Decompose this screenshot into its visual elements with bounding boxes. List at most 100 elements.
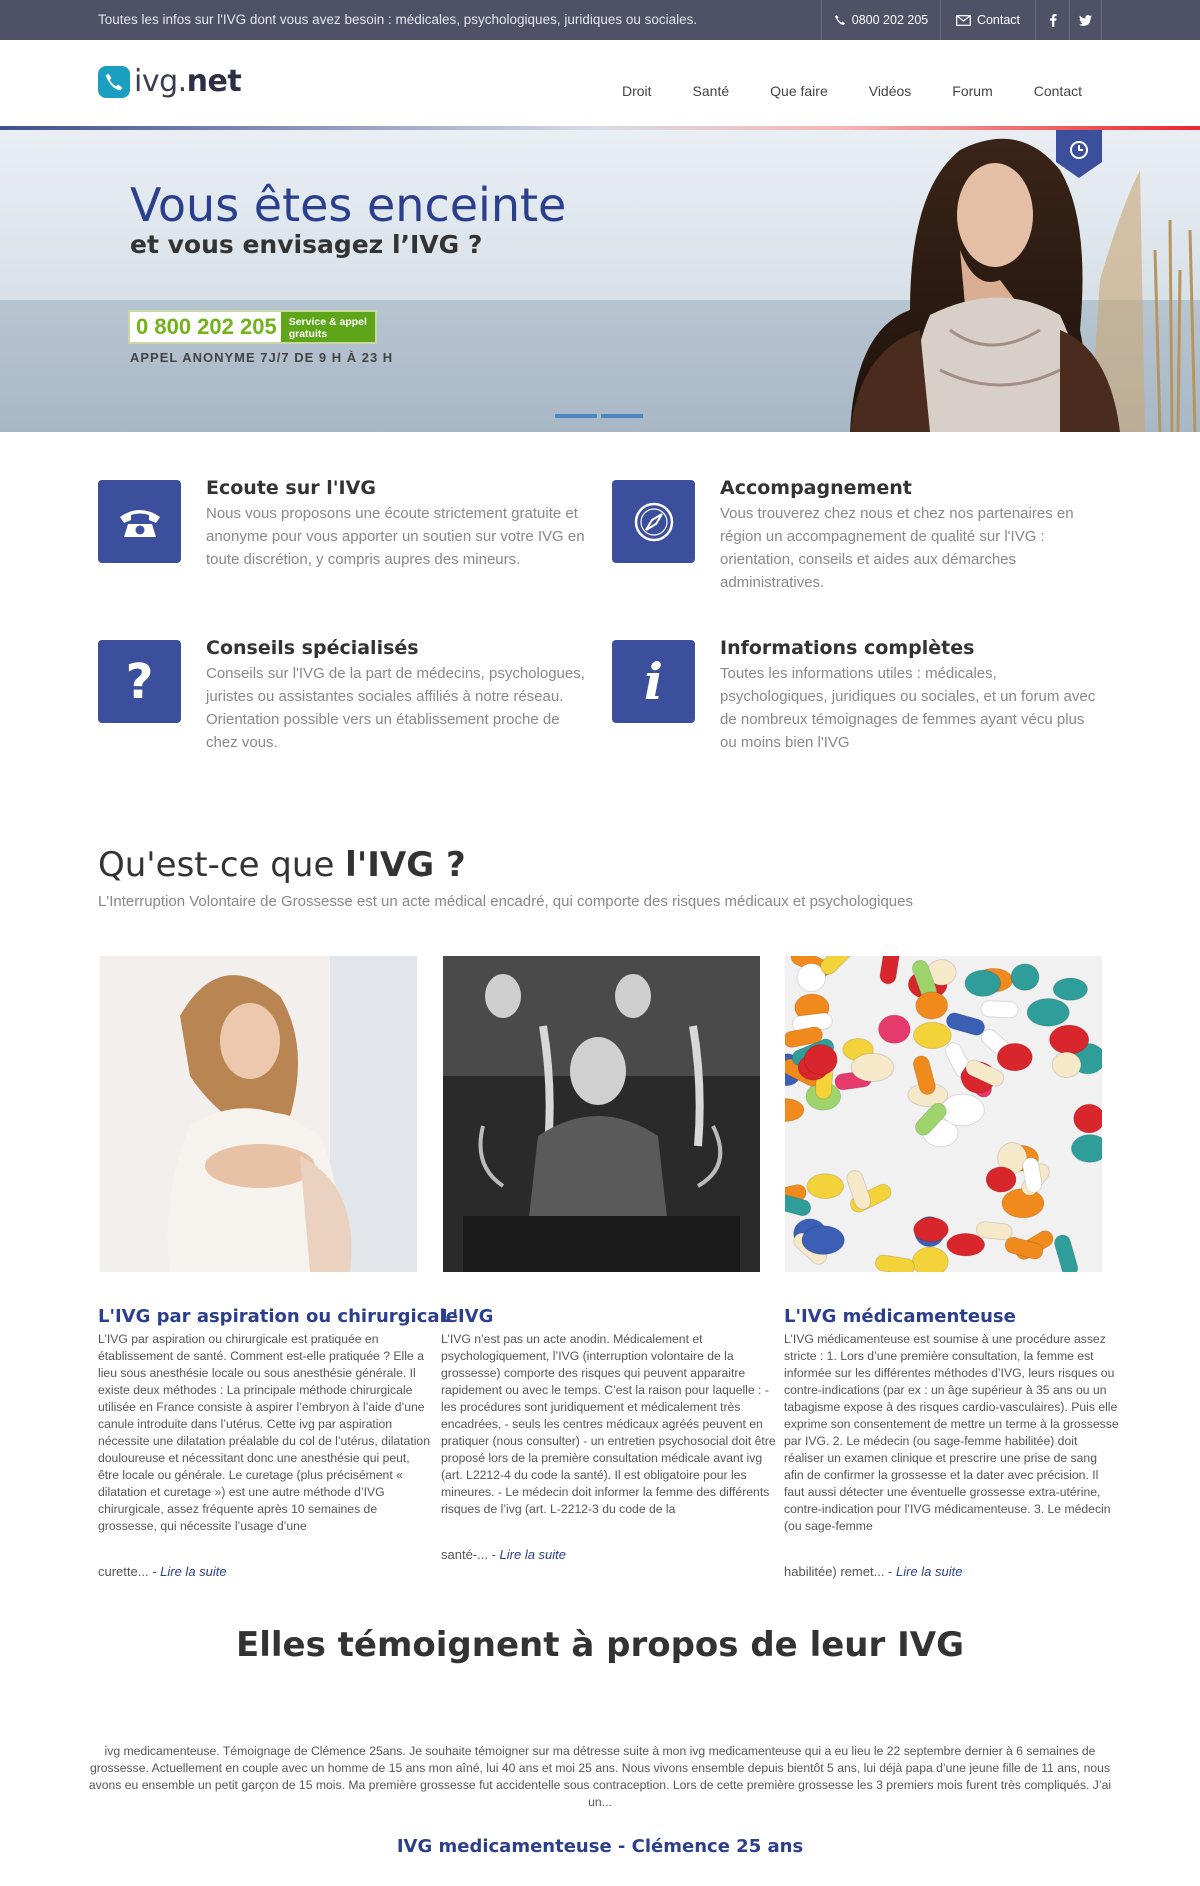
top-bar-phone-number: 0800 202 205 bbox=[851, 13, 929, 27]
slider-dot-2[interactable] bbox=[601, 414, 643, 418]
slider-dot-1[interactable] bbox=[555, 414, 597, 418]
logo-text: ivg.net bbox=[134, 64, 242, 99]
top-bar-contact-link[interactable]: Contact bbox=[940, 0, 1035, 40]
nav-item-droit[interactable]: Droit bbox=[622, 83, 652, 99]
article-excerpt-aspiration: L’IVG par aspiration ou chirurgicale est… bbox=[98, 1332, 430, 1533]
pill-shape bbox=[803, 1044, 838, 1076]
top-bar-tagline: Toutes les infos sur l'IVG dont vous ave… bbox=[98, 12, 698, 27]
pill-shape bbox=[1073, 1103, 1102, 1134]
twitter-link[interactable] bbox=[1069, 0, 1102, 40]
facebook-link[interactable] bbox=[1035, 0, 1069, 40]
pill-shape bbox=[913, 1216, 949, 1243]
article-more-medicamenteuse: habilitée) remet... - Lire la suite bbox=[784, 1564, 962, 1579]
pill-shape bbox=[940, 1093, 985, 1127]
hero-phone-number: 0 800 202 205 bbox=[136, 314, 277, 339]
pill-shape bbox=[946, 1232, 986, 1257]
article-more-prefix: habilitée) remet... - bbox=[784, 1564, 896, 1579]
hero-subtitle: et vous envisagez l’IVG ? bbox=[130, 230, 483, 259]
info-icon: i bbox=[612, 640, 695, 723]
pill-shape bbox=[1052, 977, 1088, 1001]
testimonials-title-normal: Elles témoignent bbox=[236, 1625, 572, 1665]
article-excerpt-medicamenteuse: L’IVG médicamenteuse est soumise à une p… bbox=[784, 1332, 1119, 1533]
hero-title: Vous êtes enceinte bbox=[130, 178, 567, 232]
feature-title: Accompagnement bbox=[720, 477, 912, 499]
nav-item-contact[interactable]: Contact bbox=[1034, 83, 1082, 99]
read-more-link[interactable]: Lire la suite bbox=[500, 1547, 566, 1562]
hero-woman-image bbox=[850, 138, 1197, 432]
pill-shape bbox=[1051, 1051, 1082, 1079]
nav-item-sante[interactable]: Santé bbox=[693, 83, 730, 99]
pill-shape bbox=[915, 991, 949, 1020]
article-more-aspiration: curette... - Lire la suite bbox=[98, 1564, 227, 1579]
telephone-icon bbox=[98, 480, 181, 563]
slider-pagination bbox=[555, 414, 643, 418]
nav-item-videos[interactable]: Vidéos bbox=[869, 83, 912, 99]
nav-item-que-faire[interactable]: Que faire bbox=[770, 83, 828, 99]
pill-shape bbox=[1001, 1188, 1045, 1219]
pill-shape bbox=[1010, 963, 1040, 991]
pill-shape bbox=[801, 1225, 845, 1255]
phone-icon bbox=[834, 15, 845, 25]
section-title-bold: l'IVG ? bbox=[345, 845, 466, 885]
testimonials-title: Elles témoignent à propos de leur IVG bbox=[0, 1625, 1200, 1665]
feature-title: Ecoute sur l'IVG bbox=[206, 477, 376, 499]
pill-shape bbox=[912, 1021, 952, 1050]
twitter-icon bbox=[1079, 14, 1092, 26]
pill-shape bbox=[806, 1173, 845, 1200]
logo-phone-icon bbox=[98, 65, 130, 98]
article-more-prefix: santé-... - bbox=[441, 1547, 500, 1562]
testimonials-title-bold: à propos de leur IVG bbox=[571, 1625, 964, 1665]
pill-shape bbox=[980, 1000, 1019, 1019]
site-header: ivg.net Droit Santé Que faire Vidéos For… bbox=[0, 40, 1200, 128]
feature-text: Toutes les informations utiles : médical… bbox=[720, 665, 1096, 751]
pill-shape bbox=[911, 1246, 949, 1272]
top-bar-contact-label: Contact bbox=[976, 13, 1021, 27]
pill-shape bbox=[850, 1052, 895, 1083]
hero-slider: Vous êtes enceinte et vous envisagez l’I… bbox=[0, 130, 1200, 432]
bookmark-clock-icon[interactable] bbox=[1056, 130, 1102, 178]
nav-item-forum[interactable]: Forum bbox=[952, 83, 992, 99]
pill-shape bbox=[996, 1042, 1033, 1072]
pill-shape bbox=[1026, 998, 1070, 1027]
free-call-badge-line1: Service & appel bbox=[288, 316, 367, 328]
logo-suffix: net bbox=[186, 64, 242, 99]
article-title-aspiration[interactable]: L'IVG par aspiration ou chirurgicale bbox=[98, 1306, 458, 1327]
pill-shape bbox=[878, 1014, 911, 1044]
free-call-badge: Service & appel gratuits bbox=[280, 312, 375, 342]
free-call-badge-line2: gratuits bbox=[288, 328, 328, 340]
site-logo[interactable]: ivg.net bbox=[98, 64, 242, 99]
feature-title: Informations complètes bbox=[720, 637, 975, 659]
feature-text: Nous vous proposons une écoute stricteme… bbox=[206, 505, 585, 568]
article-more-ivg: santé-... - Lire la suite bbox=[441, 1547, 566, 1562]
hero-phone-callout[interactable]: 0 800 202 205 Service & appel gratuits bbox=[128, 310, 377, 344]
envelope-icon bbox=[956, 14, 971, 26]
feature-text: Conseils sur l'IVG de la part de médecin… bbox=[206, 665, 585, 751]
article-image-medicamenteuse[interactable] bbox=[785, 956, 1102, 1272]
top-bar-phone-link[interactable]: 0800 202 205 bbox=[821, 0, 940, 40]
hero-hours-text: APPEL ANONYME 7J/7 DE 9 H À 23 H bbox=[130, 350, 394, 365]
article-image-aspiration[interactable] bbox=[100, 956, 417, 1272]
top-bar: Toutes les infos sur l'IVG dont vous ave… bbox=[0, 0, 1200, 40]
pill-shape bbox=[1070, 1134, 1102, 1163]
facebook-icon bbox=[1049, 14, 1057, 27]
read-more-link[interactable]: Lire la suite bbox=[896, 1564, 962, 1579]
pill-shape bbox=[1048, 1024, 1090, 1055]
logo-prefix: ivg. bbox=[134, 64, 187, 99]
article-title-medicamenteuse[interactable]: L'IVG médicamenteuse bbox=[784, 1306, 1016, 1327]
section-subtitle: L'Interruption Volontaire de Grossesse e… bbox=[98, 893, 913, 910]
question-icon: ? bbox=[98, 640, 181, 723]
section-title: Qu'est-ce que l'IVG ? bbox=[98, 845, 466, 885]
feature-text: Vous trouverez chez nous et chez nos par… bbox=[720, 505, 1074, 591]
testimonial-text: ivg medicamenteuse. Témoignage de Clémen… bbox=[88, 1744, 1112, 1809]
read-more-link[interactable]: Lire la suite bbox=[160, 1564, 226, 1579]
pill-shape bbox=[964, 969, 1002, 997]
article-image-ivg[interactable] bbox=[443, 956, 760, 1272]
section-title-normal: Qu'est-ce que bbox=[98, 845, 346, 885]
article-title-ivg[interactable]: L'IVG bbox=[441, 1306, 493, 1327]
article-excerpt-ivg: L’IVG n’est pas un acte anodin. Médicale… bbox=[441, 1332, 776, 1516]
pill-shape bbox=[985, 1166, 1017, 1193]
article-more-prefix: curette... - bbox=[98, 1564, 161, 1579]
main-nav: Droit Santé Que faire Vidéos Forum Conta… bbox=[622, 83, 1082, 99]
testimonial-author-link[interactable]: IVG medicamenteuse - Clémence 25 ans bbox=[0, 1836, 1200, 1857]
compass-icon bbox=[612, 480, 695, 563]
